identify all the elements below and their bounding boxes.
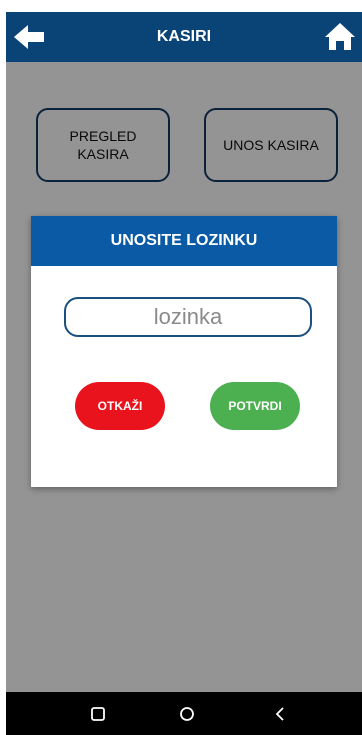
confirm-button[interactable]: POTVRDI (210, 382, 300, 430)
back-chevron-icon[interactable] (271, 705, 289, 723)
home-circle-icon[interactable] (178, 705, 196, 723)
app-screen: KASIRI PREGLED KASIRA UNOS KASIRA UNOSIT… (6, 12, 362, 735)
dialog-title: UNOSITE LOZINKU (31, 216, 337, 266)
system-nav-bar (6, 692, 362, 735)
page-title: KASIRI (156, 28, 212, 45)
recent-apps-icon[interactable] (89, 705, 107, 723)
password-dialog: UNOSITE LOZINKU OTKAŽI POTVRDI (31, 216, 337, 487)
home-icon[interactable] (324, 20, 356, 52)
cancel-button[interactable]: OTKAŽI (75, 382, 165, 430)
password-input[interactable] (64, 297, 312, 337)
app-bar: KASIRI (6, 12, 362, 62)
